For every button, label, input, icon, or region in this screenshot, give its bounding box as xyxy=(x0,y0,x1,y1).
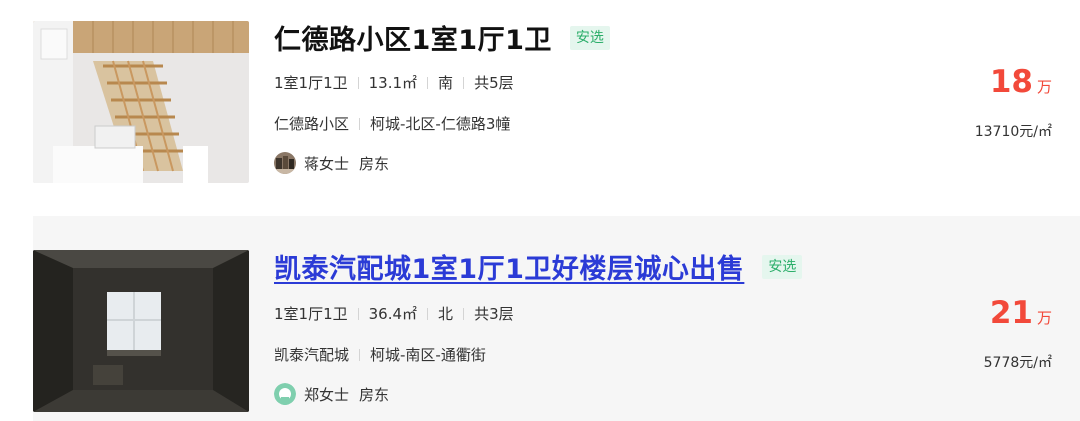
listing-agent: 郑女士 房东 xyxy=(274,383,389,405)
divider xyxy=(357,307,359,320)
listing-title-link[interactable]: 凯泰汽配城1室1厅1卫好楼层诚心出售 xyxy=(274,247,744,286)
total-price: 21 万 xyxy=(990,295,1052,331)
total-floors: 共3层 xyxy=(474,305,514,323)
price-value: 18 xyxy=(989,64,1033,100)
unit-price: 13710元/㎡ xyxy=(974,124,1052,140)
agent-role: 房东 xyxy=(359,154,390,173)
listing-title-row: 仁德路小区1室1厅1卫 安选 xyxy=(274,18,610,57)
divider xyxy=(427,307,429,320)
listing-agent: 蒋女士 房东 xyxy=(274,152,389,174)
avatar xyxy=(274,383,296,405)
listing-title[interactable]: 仁德路小区1室1厅1卫 xyxy=(274,18,552,57)
divider xyxy=(359,117,361,130)
divider xyxy=(359,348,361,361)
listing-location: 仁德路小区 柯城-北区-仁德路3幢 xyxy=(274,113,510,134)
community-name[interactable]: 仁德路小区 xyxy=(274,113,349,134)
listing-title-row: 凯泰汽配城1室1厅1卫好楼层诚心出售 安选 xyxy=(274,247,803,286)
anxuan-badge: 安选 xyxy=(569,25,610,50)
agent-name: 郑女士 xyxy=(304,385,350,404)
listing-attributes: 1室1厅1卫 36.4㎡ 北 共3层 xyxy=(274,303,514,324)
agent-name: 蒋女士 xyxy=(304,154,350,173)
listing-card[interactable]: 仁德路小区1室1厅1卫 安选 1室1厅1卫 13.1㎡ 南 共5层 仁德路小区 … xyxy=(0,0,1080,205)
orientation: 北 xyxy=(438,305,454,323)
divider xyxy=(463,307,465,320)
community-name[interactable]: 凯泰汽配城 xyxy=(274,344,349,365)
listing-photo[interactable] xyxy=(33,21,249,183)
listing-attributes: 1室1厅1卫 13.1㎡ 南 共5层 xyxy=(274,72,514,93)
orientation: 南 xyxy=(438,74,454,92)
anxuan-badge: 安选 xyxy=(762,254,803,279)
listing-photo[interactable] xyxy=(33,250,249,412)
address: 柯城-南区-通衢街 xyxy=(370,346,486,364)
price-value: 21 xyxy=(989,295,1033,331)
total-floors: 共5层 xyxy=(474,74,514,92)
divider xyxy=(427,76,429,89)
avatar xyxy=(274,152,296,174)
room-layout: 1室1厅1卫 xyxy=(274,305,348,323)
total-price: 18 万 xyxy=(990,64,1052,100)
price-unit: 万 xyxy=(1036,309,1052,327)
listing-card[interactable]: 凯泰汽配城1室1厅1卫好楼层诚心出售 安选 1室1厅1卫 36.4㎡ 北 共3层… xyxy=(33,216,1080,421)
divider xyxy=(357,76,359,89)
room-layout: 1室1厅1卫 xyxy=(274,74,348,92)
agent-role: 房东 xyxy=(359,385,390,404)
address: 柯城-北区-仁德路3幢 xyxy=(370,115,511,133)
price-unit: 万 xyxy=(1036,78,1052,96)
unit-price: 5778元/㎡ xyxy=(983,355,1052,371)
floor-area: 13.1㎡ xyxy=(368,74,418,92)
divider xyxy=(463,76,465,89)
listing-location: 凯泰汽配城 柯城-南区-通衢街 xyxy=(274,344,486,365)
floor-area: 36.4㎡ xyxy=(368,305,418,323)
